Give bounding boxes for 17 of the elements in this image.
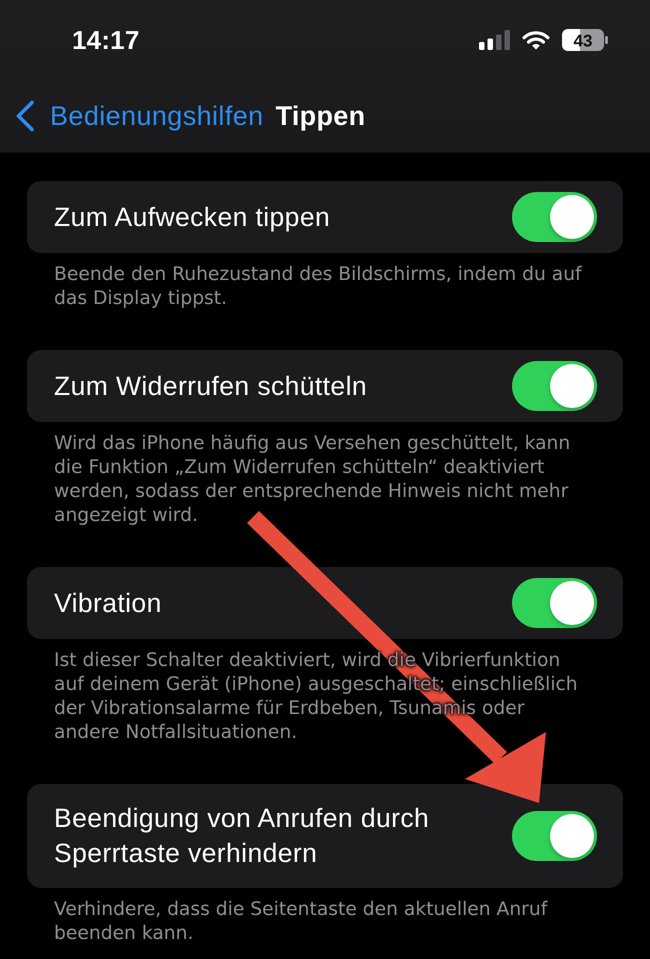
back-button[interactable]: Bedienungshilfen bbox=[15, 100, 264, 132]
toggle-switch[interactable] bbox=[512, 578, 597, 628]
toggle-switch[interactable] bbox=[512, 361, 597, 411]
toggle-switch[interactable] bbox=[512, 811, 597, 861]
back-chevron-icon bbox=[15, 100, 35, 132]
status-time: 14:17 bbox=[72, 24, 140, 56]
setting-label: Zum Aufwecken tippen bbox=[54, 200, 332, 234]
wifi-icon bbox=[522, 30, 550, 50]
setting-label: Vibration bbox=[54, 586, 163, 620]
setting-description: Wird das iPhone häufig aus Versehen geschüttelt, kann die Funktion „Zum Widerrufen schütteln“ deaktiviert werden, sodass der entsprechende Hinweis nicht mehr angezeigt wird. bbox=[53, 432, 572, 528]
page-title: Tippen bbox=[276, 100, 366, 132]
setting-description: Verhindere, dass die Seitentaste den aktuellen Anruf beenden kann. bbox=[53, 898, 549, 946]
signal-icon bbox=[479, 30, 510, 50]
toggle-switch[interactable] bbox=[512, 192, 597, 242]
setting-label: Beendigung von Anrufen durch Sperrtaste verhindern bbox=[54, 802, 430, 870]
setting-description: Beende den Ruhezustand des Bildschirms, indem du auf das Display tippst. bbox=[53, 263, 583, 311]
setting-label: Zum Widerrufen schütteln bbox=[54, 370, 368, 402]
